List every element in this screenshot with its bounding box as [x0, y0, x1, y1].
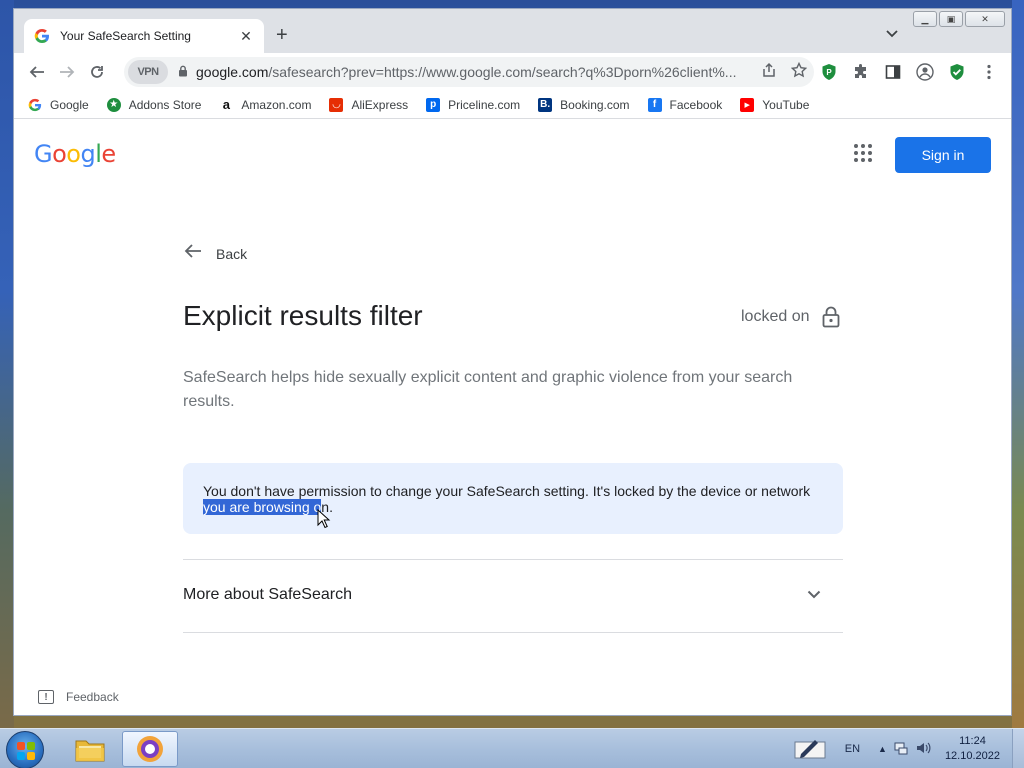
- windows-logo-icon: [17, 742, 35, 760]
- network-icon[interactable]: [893, 740, 909, 759]
- browser-app-icon: [137, 736, 163, 762]
- reload-icon[interactable]: [82, 57, 112, 87]
- booking-icon: B.: [538, 97, 553, 112]
- pen-input-icon[interactable]: [793, 736, 827, 763]
- desktop-background-left: [0, 0, 14, 730]
- back-label: Back: [216, 245, 248, 262]
- address-bar[interactable]: VPN google.com/safesearch?prev=https://w…: [124, 57, 814, 87]
- bookmark-facebook[interactable]: f Facebook: [647, 97, 723, 112]
- volume-icon[interactable]: [915, 740, 931, 759]
- bookmark-priceline[interactable]: p Priceline.com: [426, 97, 521, 112]
- bookmark-booking[interactable]: B. Booking.com: [538, 97, 630, 112]
- language-indicator[interactable]: EN: [845, 743, 860, 755]
- permission-notice: You don't have permission to change your…: [183, 463, 843, 534]
- bookmark-amazon[interactable]: a Amazon.com: [219, 97, 312, 112]
- back-arrow-icon[interactable]: [22, 57, 52, 87]
- mouse-cursor-icon: [317, 509, 331, 529]
- close-window-button[interactable]: ✕: [965, 11, 1005, 27]
- bookmark-label: Facebook: [669, 97, 723, 112]
- profile-icon[interactable]: [916, 62, 934, 82]
- share-icon[interactable]: [754, 62, 784, 82]
- page-content: Google Sign in Back Explicit results fil…: [14, 120, 1011, 715]
- google-favicon-icon: [34, 29, 49, 43]
- browser-window: Your SafeSearch Setting ✕ + ▁ ▣ ✕ VPN go…: [13, 8, 1012, 716]
- browser-taskbar-button[interactable]: [122, 731, 178, 767]
- bookmark-label: AliExpress: [351, 97, 409, 112]
- side-panel-icon[interactable]: [884, 62, 902, 82]
- google-icon: [28, 98, 42, 112]
- system-tray: EN ▲ 11:24 12.10.2022: [793, 729, 1024, 768]
- bookmark-youtube[interactable]: ▶ YouTube: [740, 97, 810, 112]
- bookmark-label: Google: [50, 97, 89, 112]
- tab-title: Your SafeSearch Setting: [60, 29, 191, 43]
- apps-grid-icon[interactable]: [854, 144, 872, 162]
- divider: [183, 559, 843, 560]
- aliexpress-icon: ◡: [329, 97, 344, 112]
- bookmark-label: Booking.com: [560, 97, 630, 112]
- bookmark-addons-store[interactable]: ★ Addons Store: [106, 97, 202, 112]
- chevron-down-icon[interactable]: [807, 586, 821, 602]
- bookmarks-bar: Google ★ Addons Store a Amazon.com ◡ Ali…: [14, 91, 1011, 119]
- priceline-icon: p: [426, 97, 441, 112]
- tab-safesearch[interactable]: Your SafeSearch Setting ✕: [24, 19, 264, 53]
- vpn-badge[interactable]: VPN: [128, 60, 168, 84]
- new-tab-button[interactable]: +: [276, 25, 288, 45]
- folder-icon: [75, 740, 105, 762]
- bookmark-aliexpress[interactable]: ◡ AliExpress: [329, 97, 409, 112]
- facebook-icon: f: [647, 97, 662, 112]
- clock-date: 12.10.2022: [944, 750, 1000, 762]
- bookmark-star-icon[interactable]: [784, 61, 814, 82]
- system-clock[interactable]: 11:24 12.10.2022: [945, 734, 1000, 764]
- feedback-icon: !: [38, 690, 54, 704]
- menu-kebab-icon[interactable]: [980, 62, 998, 82]
- padlock-icon: [822, 306, 839, 328]
- forward-arrow-icon[interactable]: [52, 57, 82, 87]
- file-explorer-taskbar-button[interactable]: [62, 731, 118, 767]
- minimize-button[interactable]: ▁: [913, 11, 937, 27]
- feedback-label: Feedback: [66, 690, 119, 704]
- amazon-icon: a: [222, 97, 231, 112]
- back-arrow-icon: [184, 242, 202, 265]
- show-desktop-button[interactable]: [1012, 729, 1024, 768]
- divider: [183, 632, 843, 633]
- tab-bar: Your SafeSearch Setting ✕ + ▁ ▣ ✕: [14, 9, 1011, 53]
- svg-text:P: P: [826, 68, 832, 77]
- extensions-puzzle-icon[interactable]: [852, 62, 870, 82]
- youtube-icon: ▶: [740, 97, 755, 112]
- password-manager-extension-icon[interactable]: P: [820, 62, 838, 82]
- sign-in-button[interactable]: Sign in: [895, 137, 991, 173]
- notice-text: You don't have permission to change your…: [203, 483, 811, 499]
- lock-icon[interactable]: [178, 65, 188, 80]
- browser-toolbar: VPN google.com/safesearch?prev=https://w…: [14, 53, 1011, 91]
- show-hidden-icons-icon[interactable]: ▲: [878, 744, 887, 754]
- selected-text: you are browsing o: [203, 499, 322, 515]
- bookmark-label: Priceline.com: [448, 97, 521, 112]
- security-shield-icon[interactable]: [948, 62, 966, 82]
- windows-taskbar: EN ▲ 11:24 12.10.2022: [0, 728, 1024, 768]
- maximize-button[interactable]: ▣: [939, 11, 963, 27]
- desktop-background-right: [1012, 0, 1024, 730]
- tab-close-icon[interactable]: ✕: [238, 28, 254, 45]
- safesearch-status: locked on: [741, 306, 840, 328]
- bookmark-label: Addons Store: [128, 97, 202, 112]
- status-label: locked on: [741, 308, 810, 325]
- safesearch-description: SafeSearch helps hide sexually explicit …: [183, 369, 793, 410]
- bookmark-label: YouTube: [762, 97, 810, 112]
- feedback-link[interactable]: ! Feedback: [38, 690, 119, 704]
- bookmark-label: Amazon.com: [241, 97, 312, 112]
- url-text[interactable]: google.com/safesearch?prev=https://www.g…: [196, 64, 754, 80]
- clock-time: 11:24: [959, 735, 986, 747]
- addons-store-icon: ★: [106, 97, 121, 112]
- tab-search-chevron-icon[interactable]: [886, 27, 898, 41]
- page-title: Explicit results filter: [183, 300, 423, 331]
- google-logo[interactable]: Google: [34, 140, 116, 168]
- bookmark-google[interactable]: Google: [28, 98, 89, 112]
- more-about-safesearch[interactable]: More about SafeSearch: [183, 586, 352, 604]
- window-controls: ▁ ▣ ✕: [913, 11, 1005, 27]
- back-link[interactable]: Back: [184, 242, 247, 265]
- start-button[interactable]: [6, 731, 44, 768]
